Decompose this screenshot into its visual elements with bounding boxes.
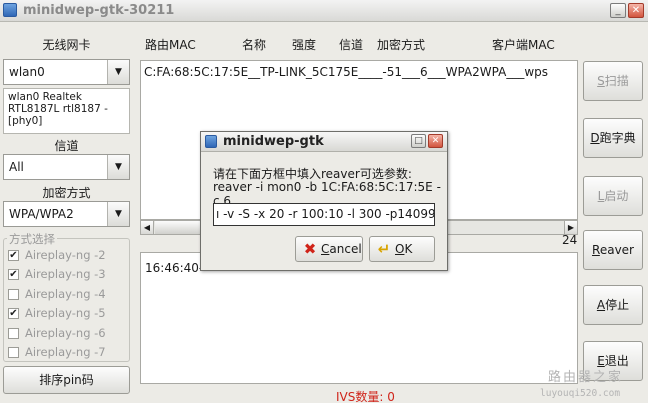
stop-label: 停止 — [605, 298, 630, 312]
dictionary-label: 跑字典 — [599, 131, 636, 145]
encryption-value: WPA/WPA2 — [9, 207, 74, 221]
start-button[interactable]: L启动 — [583, 176, 643, 216]
dialog-close-button[interactable]: ✕ — [428, 134, 443, 148]
scan-button[interactable]: S扫描 — [583, 61, 643, 101]
scroll-left-icon[interactable]: ◀ — [141, 221, 154, 234]
cancel-icon: ✖ — [303, 240, 317, 258]
app-icon — [205, 135, 217, 148]
channel-label: 信道 — [54, 139, 79, 153]
window-title: minidwep-gtk-30211 — [23, 3, 175, 18]
wireless-card-label: 无线网卡 — [42, 38, 91, 52]
channel-select[interactable]: All ▼ — [3, 154, 130, 180]
sort-pin-button[interactable]: 排序pin码 — [3, 366, 130, 394]
wireless-card-select[interactable]: wlan0 ▼ — [3, 59, 130, 85]
wireless-card-value: wlan0 — [9, 65, 45, 79]
mode-checkbox-label: Aireplay-ng -2 — [25, 248, 106, 262]
mode-checkbox[interactable]: Aireplay-ng -4 — [8, 287, 128, 303]
network-count: 24 — [562, 233, 578, 247]
header-channel: 信道 — [339, 38, 364, 52]
header-client-mac: 客户端MAC — [492, 38, 555, 52]
dropdown-arrow-icon[interactable]: ▼ — [107, 60, 129, 84]
stop-button[interactable]: A停止 — [583, 285, 643, 325]
checkbox-box[interactable] — [8, 289, 19, 300]
mode-selection-group: 方式选择 ✔ Aireplay-ng -2 ✔ Aireplay-ng -3 A… — [3, 231, 130, 362]
device-info-line: RTL8187L rtl8187 - — [8, 103, 108, 115]
ok-icon: ↵ — [377, 240, 391, 258]
mode-checkbox[interactable]: ✔ Aireplay-ng -5 — [8, 306, 128, 322]
device-info-line: [phy0] — [8, 115, 43, 127]
mode-checkbox-label: Aireplay-ng -4 — [25, 287, 106, 301]
reaver-label: eaver — [599, 243, 634, 257]
ok-label: OK — [395, 242, 413, 256]
title-bar: minidwep-gtk-30211 _ ✕ — [0, 0, 648, 22]
mode-checkbox[interactable]: ✔ Aireplay-ng -2 — [8, 248, 128, 264]
channel-value: All — [9, 160, 24, 174]
scan-key: S — [597, 74, 605, 88]
dialog-title: minidwep-gtk — [223, 134, 324, 149]
device-info-line: wlan0 Realtek — [8, 91, 82, 103]
dropdown-arrow-icon[interactable]: ▼ — [107, 155, 129, 179]
checkbox-box[interactable]: ✔ — [8, 250, 19, 261]
stop-key: A — [596, 298, 606, 312]
reaver-button[interactable]: Reaver — [583, 230, 643, 270]
cancel-button[interactable]: ✖ Cancel — [295, 236, 363, 262]
header-name: 名称 — [242, 38, 267, 52]
app-icon — [3, 3, 17, 17]
mode-checkbox-label: Aireplay-ng -7 — [25, 345, 106, 359]
maximize-icon[interactable]: □ — [411, 134, 426, 148]
mode-checkbox[interactable]: Aireplay-ng -6 — [8, 326, 128, 342]
reaver-key: R — [592, 243, 600, 257]
cancel-label: Cancel — [321, 242, 362, 256]
close-button[interactable]: ✕ — [628, 3, 644, 18]
ok-button[interactable]: ↵ OK — [369, 236, 435, 262]
header-encryption: 加密方式 — [377, 38, 426, 52]
checkbox-box[interactable]: ✔ — [8, 308, 19, 319]
header-strength: 强度 — [292, 38, 317, 52]
minimize-button[interactable]: _ — [610, 3, 626, 18]
watermark-text: 路由器之家 — [548, 370, 624, 385]
watermark-url: luyouqi520.com — [540, 388, 621, 399]
mode-selection-legend: 方式选择 — [7, 231, 57, 247]
checkbox-box[interactable] — [8, 347, 19, 358]
start-label: 启动 — [604, 189, 629, 203]
encryption-label: 加密方式 — [42, 186, 91, 200]
mode-checkbox-label: Aireplay-ng -3 — [25, 267, 106, 281]
log-line: 16:46:40- — [145, 261, 204, 275]
scan-label: 扫描 — [604, 74, 629, 88]
checkbox-box[interactable]: ✔ — [8, 269, 19, 280]
mode-checkbox[interactable]: ✔ Aireplay-ng -3 — [8, 267, 128, 283]
device-info: wlan0 Realtek RTL8187L rtl8187 - [phy0] — [3, 88, 130, 134]
ivs-count: IVS数量: 0 — [336, 390, 395, 403]
dictionary-button[interactable]: D跑字典 — [583, 118, 643, 158]
log-area[interactable]: 16:46:40- — [140, 252, 578, 384]
encryption-select[interactable]: WPA/WPA2 ▼ — [3, 201, 130, 227]
dictionary-key: D — [590, 131, 600, 145]
dialog-title-bar: minidwep-gtk □ ✕ — [201, 132, 447, 152]
reaver-params-dialog: minidwep-gtk □ ✕ 请在下面方框中填入reaver可选参数: re… — [200, 131, 448, 271]
reaver-params-input[interactable]: ı -v -S -x 20 -r 100:10 -l 300 -p1409928… — [213, 203, 435, 226]
dropdown-arrow-icon[interactable]: ▼ — [107, 202, 129, 226]
mode-checkbox-label: Aireplay-ng -5 — [25, 306, 106, 320]
header-router-mac: 路由MAC — [145, 38, 196, 52]
mode-checkbox-label: Aireplay-ng -6 — [25, 326, 106, 340]
mode-checkbox[interactable]: Aireplay-ng -7 — [8, 345, 128, 361]
checkbox-box[interactable] — [8, 328, 19, 339]
list-item[interactable]: C:FA:68:5C:17:5E__TP-LINK_5C175E____-51_… — [144, 65, 548, 79]
